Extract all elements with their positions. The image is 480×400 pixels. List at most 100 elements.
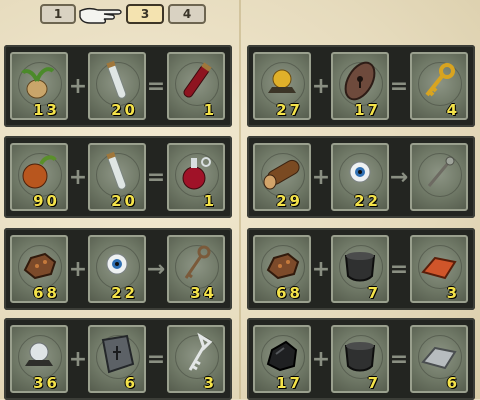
copper-ore-icon — [266, 252, 300, 280]
ingredient-slot[interactable]: 17 — [331, 52, 389, 120]
result-slot[interactable]: 34 — [167, 235, 225, 303]
equals-operator: = — [146, 164, 166, 190]
tab-page-3[interactable]: 3 — [126, 4, 164, 24]
bulb-plant-icon — [21, 67, 55, 99]
recipe-row: 29 + 22 → — [247, 136, 475, 218]
plus-operator: + — [68, 73, 88, 99]
silver-key-icon — [188, 332, 213, 371]
eyeball-icon — [349, 161, 371, 183]
golden-key-icon — [425, 63, 455, 97]
recipe-row: 68 + 22 → 34 — [4, 228, 232, 310]
equals-operator: = — [389, 256, 409, 282]
keyhole-plate-icon — [344, 61, 376, 101]
item-count: 6 — [446, 374, 460, 392]
equals-operator: = — [389, 73, 409, 99]
plus-operator: + — [311, 346, 331, 372]
item-count: 3 — [203, 374, 217, 392]
result-slot[interactable]: 3 — [167, 325, 225, 393]
result-slot[interactable]: 6 — [410, 325, 468, 393]
item-count: 29 — [276, 192, 303, 210]
plus-operator: + — [68, 256, 88, 282]
item-count: 22 — [111, 284, 138, 302]
ingredient-slot[interactable]: 17 — [253, 325, 311, 393]
ingredient-slot[interactable]: 90 — [10, 143, 68, 211]
recipe-row: 90 + 20 = 1 — [4, 136, 232, 218]
copper-ore-icon — [23, 252, 57, 280]
item-count: 68 — [33, 284, 60, 302]
empty-vial-icon — [106, 151, 127, 190]
tab-page-1[interactable]: 1 — [40, 4, 76, 24]
cauldron-icon — [344, 342, 376, 372]
ingredient-slot[interactable]: 20 — [88, 143, 146, 211]
plus-operator: + — [311, 73, 331, 99]
item-count: 36 — [33, 374, 60, 392]
silver-ingot-icon — [421, 346, 457, 370]
item-count: 1 — [203, 192, 217, 210]
result-slot[interactable] — [410, 143, 468, 211]
result-slot[interactable]: 1 — [167, 52, 225, 120]
ingredient-slot[interactable]: 29 — [253, 143, 311, 211]
item-count: 13 — [33, 101, 60, 119]
gold-ore-icon — [268, 69, 296, 93]
result-slot[interactable]: 4 — [410, 52, 468, 120]
pointing-hand-icon — [79, 7, 122, 24]
ingredient-slot[interactable]: 22 — [88, 235, 146, 303]
red-potion-flask-icon — [182, 157, 211, 190]
item-count: 90 — [33, 192, 60, 210]
item-count: 7 — [367, 284, 381, 302]
item-count: 7 — [367, 374, 381, 392]
plus-operator: + — [311, 256, 331, 282]
eyeball-icon — [106, 253, 128, 275]
item-count: 6 — [124, 374, 138, 392]
book-spine — [239, 0, 241, 399]
wood-log-icon — [263, 159, 300, 190]
coal-lump-icon — [266, 340, 298, 372]
plus-operator: + — [68, 164, 88, 190]
equals-operator: = — [146, 73, 166, 99]
silver-ore-icon — [25, 342, 53, 366]
ingredient-slot[interactable]: 6 — [88, 325, 146, 393]
ingredient-slot[interactable]: 7 — [331, 235, 389, 303]
equals-operator: = — [146, 346, 166, 372]
bronze-key-icon — [184, 245, 211, 279]
item-count: 17 — [276, 374, 303, 392]
result-slot[interactable]: 1 — [167, 143, 225, 211]
recipe-row: 13 + 20 = 1 — [4, 45, 232, 127]
empty-vial-icon — [106, 60, 127, 99]
item-count: 4 — [446, 101, 460, 119]
recipe-row: 17 + 7 = 6 — [247, 318, 475, 400]
copper-ingot-icon — [421, 256, 457, 280]
staff-wand-icon — [427, 156, 455, 187]
item-count: 1 — [203, 101, 217, 119]
ingredient-slot[interactable]: 27 — [253, 52, 311, 120]
item-count: 68 — [276, 284, 303, 302]
ingredient-slot[interactable]: 13 — [10, 52, 68, 120]
item-count: 20 — [111, 192, 138, 210]
cauldron-icon — [344, 252, 376, 282]
ingredient-slot[interactable]: 7 — [331, 325, 389, 393]
ingredient-slot[interactable]: 68 — [10, 235, 68, 303]
plus-operator: + — [311, 164, 331, 190]
stone-tablet-icon — [101, 334, 135, 374]
item-count: 22 — [354, 192, 381, 210]
arrow-operator: → — [389, 164, 409, 190]
tab-page-4[interactable]: 4 — [168, 4, 206, 24]
equals-operator: = — [389, 346, 409, 372]
ingredient-slot[interactable]: 20 — [88, 52, 146, 120]
result-slot[interactable]: 3 — [410, 235, 468, 303]
item-count: 20 — [111, 101, 138, 119]
ingredient-slot[interactable]: 36 — [10, 325, 68, 393]
ingredient-slot[interactable]: 68 — [253, 235, 311, 303]
recipe-row: 68 + 7 = 3 — [247, 228, 475, 310]
ingredient-slot[interactable]: 22 — [331, 143, 389, 211]
recipe-row: 36 + 6 = 3 — [4, 318, 232, 400]
item-count: 27 — [276, 101, 303, 119]
plus-operator: + — [68, 346, 88, 372]
gourd-fruit-icon — [22, 155, 57, 189]
item-count: 17 — [354, 101, 381, 119]
arrow-operator: → — [146, 256, 166, 282]
recipe-row: 27 + 17 = 4 — [247, 45, 475, 127]
red-potion-vial-icon — [183, 62, 212, 98]
item-count: 3 — [446, 284, 460, 302]
item-count: 34 — [190, 284, 217, 302]
